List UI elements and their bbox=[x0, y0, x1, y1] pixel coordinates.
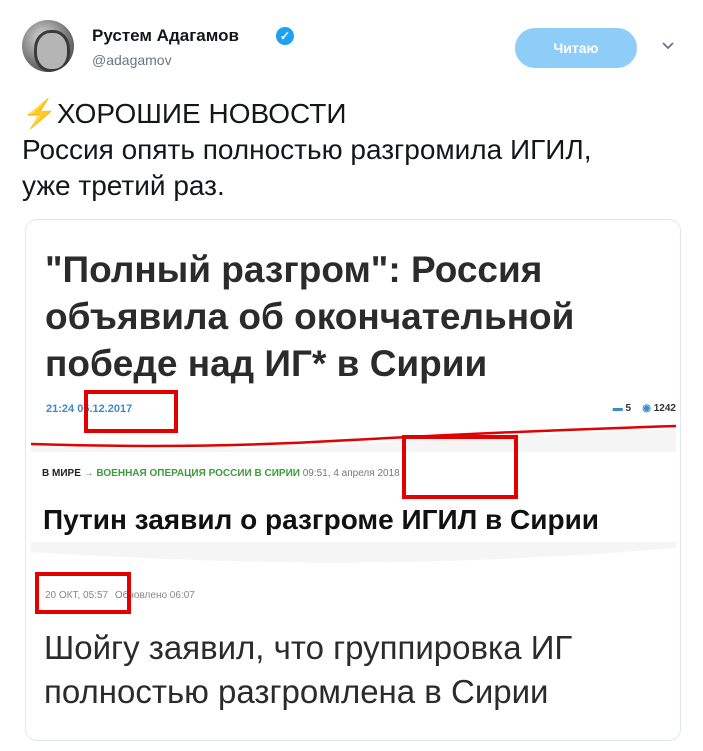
torn-edge-1 bbox=[31, 424, 676, 452]
highlight-box-3 bbox=[35, 572, 131, 614]
verified-badge-icon: ✓ bbox=[276, 27, 294, 45]
eye-icon: ◉ bbox=[642, 403, 651, 414]
media-card[interactable]: "Полный разгром": Россия объявила об око… bbox=[25, 219, 681, 741]
meta-2: В МИРЕ → ВОЕННАЯ ОПЕРАЦИЯ РОССИИ В СИРИИ… bbox=[42, 468, 400, 479]
view-count: 1242 bbox=[653, 403, 676, 414]
tweet-text: ⚡ХОРОШИЕ НОВОСТИ Россия опять полностью … bbox=[22, 96, 682, 204]
highlight-box-2 bbox=[402, 435, 518, 499]
comment-count: 5 bbox=[625, 403, 632, 414]
author-name[interactable]: Рустем Адагамов bbox=[92, 26, 239, 46]
lightning-icon: ⚡ bbox=[22, 98, 57, 129]
headline-3: Шойгу заявил, что группировка ИГ полност… bbox=[44, 629, 573, 710]
tweet-line-2: Россия опять полностью разгромила ИГИЛ, bbox=[22, 134, 592, 165]
headline-2: Путин заявил о разгроме ИГИЛ в Сирии bbox=[43, 504, 599, 535]
meta-2-section: В МИРЕ bbox=[42, 468, 81, 479]
comment-icon: ▬ bbox=[612, 403, 623, 414]
tweet-line-3: уже третий раз. bbox=[22, 170, 225, 201]
avatar-face bbox=[34, 30, 70, 72]
meta-2-date: 09:51, 4 апреля 2018 bbox=[302, 468, 400, 479]
tweet-line-1-text: ХОРОШИЕ НОВОСТИ bbox=[56, 98, 347, 129]
meta-1-time: 21:24 bbox=[46, 403, 75, 415]
follow-button[interactable]: Читаю bbox=[515, 28, 637, 68]
author-handle[interactable]: @adagamov bbox=[92, 52, 172, 68]
avatar[interactable] bbox=[22, 20, 74, 72]
meta-2-arrow: → bbox=[83, 468, 94, 479]
tweet-line-1: ⚡ХОРОШИЕ НОВОСТИ bbox=[22, 96, 682, 132]
torn-edge-2 bbox=[31, 542, 676, 563]
collage-image: "Полный разгром": Россия объявила об око… bbox=[31, 226, 676, 736]
chevron-down-icon[interactable] bbox=[660, 38, 676, 54]
meta-1-stats: ▬ 5 ◉ 1242 bbox=[613, 403, 676, 414]
meta-2-topic: ВОЕННАЯ ОПЕРАЦИЯ РОССИИ В СИРИИ bbox=[96, 468, 300, 479]
headline-1: "Полный разгром": Россия объявила об око… bbox=[45, 249, 575, 384]
